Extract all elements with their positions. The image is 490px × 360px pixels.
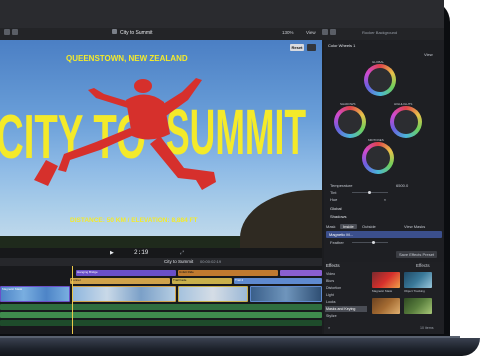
primary-clip[interactable]: Magnetic Mask [0, 286, 70, 302]
library-icon[interactable] [4, 29, 10, 35]
timeline-clip[interactable]: Unfelt Ride [178, 270, 278, 276]
inspector-effect-name: Color Wheels 1 [328, 43, 356, 48]
fx-thumb-magnetic-mask[interactable] [372, 272, 400, 288]
music-track[interactable] [0, 320, 322, 326]
fx-category[interactable]: Stylize [326, 314, 337, 318]
primary-clip[interactable] [178, 286, 248, 302]
timeline-clip[interactable]: Hanging Bridge [76, 270, 176, 276]
primary-clip[interactable] [72, 286, 176, 302]
reset-button[interactable]: Reset [290, 44, 304, 51]
fullscreen-icon[interactable]: ⤢ [180, 250, 184, 256]
headline-right: SUMMIT [166, 96, 306, 168]
section-global[interactable]: Global [330, 206, 342, 211]
inspector-header: Rocker Background [362, 30, 398, 35]
save-effects-preset-button[interactable]: Save Effects Preset [396, 251, 438, 258]
global-wheel-label: GLOBAL [372, 60, 385, 64]
primary-clip[interactable] [250, 286, 322, 302]
hue-dial-icon[interactable]: ◐ [384, 197, 386, 202]
fx-category[interactable]: Blurs [326, 279, 334, 283]
highlights-wheel-label: HIGHLIGHTS [394, 102, 413, 106]
search-icon[interactable]: ⌕ [328, 325, 330, 330]
param-tint-label: Tint [330, 190, 337, 195]
mask-label: Mask [326, 224, 336, 229]
fx-thumb-tilt-shift[interactable] [372, 298, 400, 314]
fx-thumb-label: Magnetic Mask [372, 289, 393, 293]
param-hue-label: Hue [330, 197, 338, 202]
play-icon[interactable]: ▶ [110, 250, 114, 256]
audio-track[interactable] [0, 304, 322, 310]
playhead[interactable] [72, 266, 73, 334]
param-temperature-label: Temperature [330, 183, 353, 188]
project-icon [112, 29, 117, 34]
photos-icon[interactable] [12, 29, 18, 35]
section-shadows[interactable]: Shadows [330, 214, 346, 219]
feather-slider[interactable] [352, 242, 388, 243]
midtones-wheel[interactable] [362, 142, 394, 174]
timeline-clip[interactable]: Trail Fade [172, 278, 232, 284]
param-temperature-value[interactable]: 6500.0 [396, 183, 408, 188]
effects-item-count: 10 items [420, 326, 434, 330]
feather-slider-knob[interactable] [372, 241, 375, 244]
timeline-header [0, 258, 322, 266]
mask-item-name: Magnetic M... [329, 232, 354, 237]
tint-slider-knob[interactable] [368, 191, 371, 194]
fx-thumb-object-tracking[interactable] [404, 272, 432, 288]
mask-tab-outside[interactable]: Outside [362, 224, 376, 229]
fx-category[interactable]: Light [326, 293, 334, 297]
global-wheel[interactable] [364, 64, 396, 96]
shadows-wheel[interactable] [334, 106, 366, 138]
fx-category[interactable]: Video [326, 272, 335, 276]
inspector-toggle-icon[interactable] [322, 29, 328, 35]
viewer-graphic: QUEENSTOWN, NEW ZEALAND CITY TO SUMMIT D… [0, 54, 306, 224]
location-text: QUEENSTOWN, NEW ZEALAND [66, 54, 188, 63]
audio-track[interactable] [0, 312, 322, 318]
timeline-clip[interactable]: Trail 2 [234, 278, 322, 284]
view-menu[interactable]: View [306, 30, 316, 35]
video-viewer[interactable]: QUEENSTOWN, NEW ZEALAND CITY TO SUMMIT D… [0, 40, 322, 248]
viewer-timecode: 2:19 [134, 249, 149, 256]
view-masks-menu[interactable]: View Masks [404, 224, 425, 229]
effects-title: Effects [326, 263, 340, 268]
stats-text: DISTANCE: 50 KM / ELEVATION: 8,884 FT [70, 217, 198, 224]
fx-thumb-bokeh[interactable] [404, 298, 432, 314]
timeline-timecode: 00:00:02:19 [200, 259, 222, 264]
highlights-wheel[interactable] [390, 106, 422, 138]
project-title: City to Summit [120, 30, 153, 36]
feather-label: Feather [330, 240, 344, 245]
zoom-level[interactable]: 130% [282, 30, 294, 35]
fx-category[interactable]: Looks [326, 300, 336, 304]
timeline-clip[interactable] [280, 270, 322, 276]
audio-toggle-icon[interactable] [330, 29, 336, 35]
midtones-wheel-label: MIDTONES [368, 138, 384, 142]
fx-category[interactable]: Masks and Keying [326, 307, 355, 311]
viewer-controls [0, 248, 322, 258]
laptop-base [0, 338, 480, 356]
timeline-clip[interactable]: Runner [70, 278, 170, 284]
fx-category[interactable]: Distortion [326, 286, 341, 290]
effects-installed-label: Effects [416, 263, 430, 268]
fx-thumb-label: Object Tracking [404, 289, 425, 293]
inspector-view-menu[interactable]: View [424, 52, 433, 57]
app-screen: City to Summit 130% View Rocker Backgrou… [0, 0, 444, 334]
shadows-wheel-label: SHADOWS [340, 102, 356, 106]
mask-tab-inside[interactable]: Inside [340, 224, 357, 229]
transform-icon[interactable] [307, 44, 316, 51]
timeline-project-name: City to Summit [164, 259, 194, 264]
